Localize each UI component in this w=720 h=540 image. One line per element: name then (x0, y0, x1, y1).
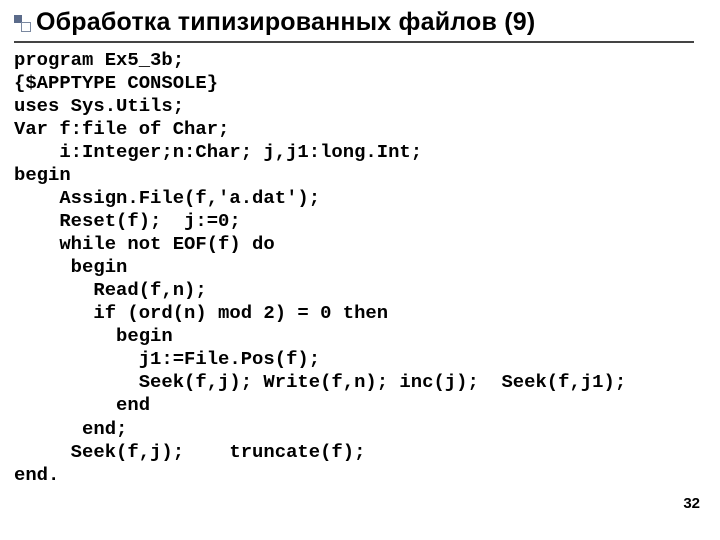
title-row: Обработка типизированных файлов (9) (14, 8, 706, 41)
title-rule (14, 41, 694, 43)
title-bullet-icon (14, 15, 30, 31)
page-number: 32 (683, 495, 700, 512)
slide: Обработка типизированных файлов (9) prog… (0, 0, 720, 540)
code-block: program Ex5_3b; {$APPTYPE CONSOLE} uses … (14, 49, 706, 487)
slide-title: Обработка типизированных файлов (9) (36, 8, 535, 37)
